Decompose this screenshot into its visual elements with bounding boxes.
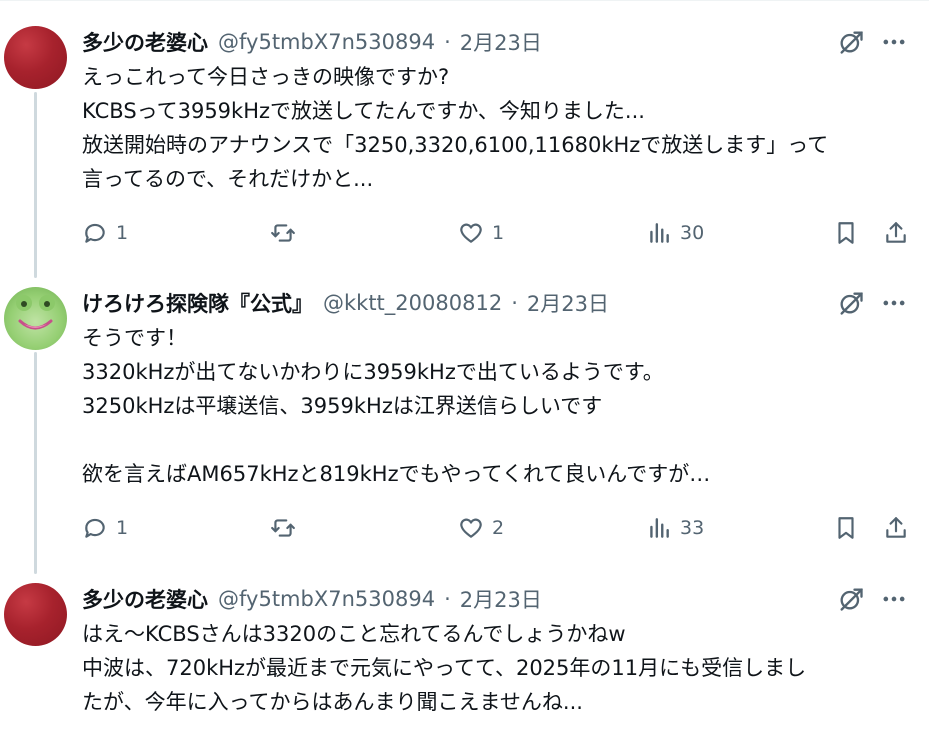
text-line: 3250kHzは平壌送信、3959kHzは江界送信らしいです (82, 394, 603, 418)
tweet-date[interactable]: 2月23日 (460, 27, 542, 57)
top-divider (0, 0, 929, 1)
author-handle[interactable]: @kktt_20080812 (323, 291, 502, 315)
tweet-date[interactable]: 2月23日 (527, 288, 609, 318)
bookmark-button[interactable] (833, 512, 859, 544)
author-handle[interactable]: @fy5tmbX7n530894 (218, 30, 435, 54)
author-name[interactable]: 多少の老婆心 (82, 27, 208, 57)
text-line: 中波は、720kHzが最近まで元気にやってて、2025年の11月にも受信しまし (82, 656, 807, 680)
like-button[interactable]: 1 (458, 217, 504, 249)
retweet-icon (271, 224, 295, 242)
views-count: 33 (680, 517, 705, 539)
text-line: KCBSって3959kHzで放送してたんですか、今知りました... (82, 99, 645, 123)
tweet[interactable]: 多少の老婆心 @fy5tmbX7n530894 · 2月23日 はえ〜KCBSさ… (0, 583, 929, 729)
tweet-text: えっこれって今日さっきの映像ですか? KCBSって3959kHzで放送してたんで… (82, 60, 828, 196)
more-icon[interactable] (880, 289, 908, 317)
views-icon (650, 518, 669, 538)
tweet-date[interactable]: 2月23日 (460, 584, 542, 614)
tweet-header: けろけろ探険隊『公式』 @kktt_20080812 · 2月23日 (82, 287, 609, 319)
retweet-button[interactable] (270, 217, 296, 249)
text-line: そうです！ (82, 326, 187, 350)
author-name[interactable]: けろけろ探険隊『公式』 (82, 288, 313, 318)
action-bar: 1 2 33 (0, 512, 929, 544)
text-line: 3320kHzが出てないかわりに3959kHzで出ているようです。 (82, 360, 664, 384)
separator-dot: · (444, 587, 451, 611)
author-name[interactable]: 多少の老婆心 (82, 584, 208, 614)
tweet-text: はえ〜KCBSさんは3320のこと忘れてるんでしょうかねw 中波は、720kHz… (82, 617, 806, 719)
separator-dot: · (444, 30, 451, 54)
views-button[interactable]: 33 (646, 512, 704, 544)
more-icon[interactable] (880, 585, 908, 613)
text-line: 欲を言えばAM657kHzと819kHzでもやってくれて良いんですが… (82, 462, 711, 486)
reply-button[interactable]: 1 (82, 512, 128, 544)
retweet-icon (271, 519, 295, 537)
text-line: たが、今年に入ってからはあんまり聞こえませんね... (82, 690, 583, 714)
views-count: 30 (680, 222, 705, 244)
grok-icon[interactable] (837, 585, 865, 613)
avatar[interactable] (4, 26, 67, 89)
text-line: えっこれって今日さっきの映像ですか? (82, 65, 450, 89)
action-bar: 1 1 30 (0, 217, 929, 249)
retweet-button[interactable] (270, 512, 296, 544)
like-count: 1 (492, 222, 505, 244)
reply-icon (85, 518, 105, 538)
tweet[interactable]: 多少の老婆心 @fy5tmbX7n530894 · 2月23日 えっこれって今日… (0, 26, 929, 266)
views-button[interactable]: 30 (646, 217, 704, 249)
tweet-header: 多少の老婆心 @fy5tmbX7n530894 · 2月23日 (82, 583, 542, 615)
like-icon (460, 223, 482, 243)
more-icon[interactable] (880, 28, 908, 56)
bookmark-button[interactable] (833, 217, 859, 249)
avatar[interactable] (4, 287, 67, 350)
text-line: 言ってるので、それだけかと... (82, 167, 374, 191)
reply-button[interactable]: 1 (82, 217, 128, 249)
like-count: 2 (492, 517, 505, 539)
separator-dot: · (511, 291, 518, 315)
share-button[interactable] (883, 512, 909, 544)
share-icon (886, 517, 906, 538)
tweet-text: そうです！ 3320kHzが出てないかわりに3959kHzで出ているようです。 … (82, 321, 710, 491)
tweet[interactable]: けろけろ探険隊『公式』 @kktt_20080812 · 2月23日 そうです！… (0, 287, 929, 557)
reply-count: 1 (116, 222, 129, 244)
grok-icon[interactable] (837, 28, 865, 56)
views-icon (650, 223, 669, 243)
like-button[interactable]: 2 (458, 512, 504, 544)
bookmark-icon (838, 222, 854, 244)
like-icon (460, 518, 482, 538)
share-icon (886, 222, 906, 243)
frog-avatar-image (16, 295, 55, 330)
text-line: はえ〜KCBSさんは3320のこと忘れてるんでしょうかねw (82, 622, 626, 646)
reply-count: 1 (116, 517, 129, 539)
reply-icon (85, 223, 105, 243)
text-line: 放送開始時のアナウンスで「3250,3320,6100,11680kHzで放送し… (82, 133, 829, 157)
share-button[interactable] (883, 217, 909, 249)
text-line (82, 423, 710, 457)
bookmark-icon (838, 517, 854, 539)
author-handle[interactable]: @fy5tmbX7n530894 (218, 587, 435, 611)
avatar[interactable] (4, 583, 67, 646)
grok-icon[interactable] (837, 289, 865, 317)
tweet-header: 多少の老婆心 @fy5tmbX7n530894 · 2月23日 (82, 26, 542, 58)
